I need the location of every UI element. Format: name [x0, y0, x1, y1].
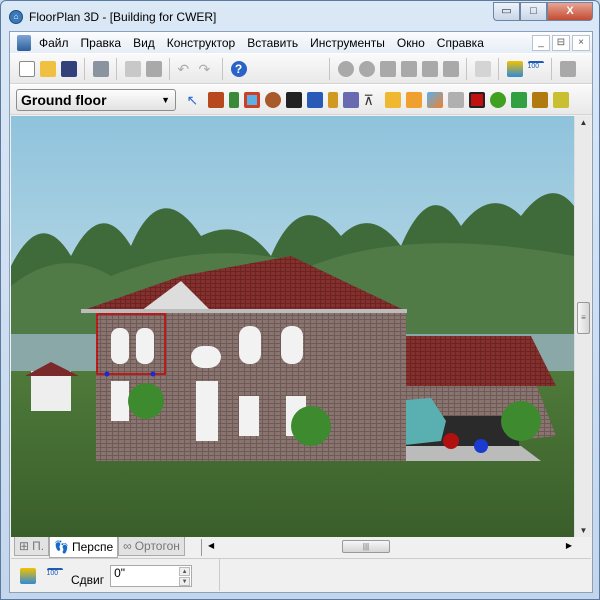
- 3d-viewport[interactable]: [11, 116, 574, 537]
- menu-window[interactable]: Окно: [391, 36, 431, 50]
- tab-perspective-label: Перспе: [71, 540, 114, 554]
- minimize-button[interactable]: ▭: [493, 2, 520, 21]
- app-window: ⌂ FloorPlan 3D - [Building for CWER] ▭ □…: [0, 0, 600, 600]
- menu-help[interactable]: Справка: [431, 36, 490, 50]
- spin-down-icon[interactable]: ▼: [179, 576, 191, 586]
- zoom-in-icon[interactable]: [337, 60, 354, 77]
- object-toolbar: Ground floor ▼ ↖ ⊼: [10, 84, 592, 115]
- menu-view[interactable]: Вид: [127, 36, 161, 50]
- tab-plan[interactable]: ⊞ П.: [14, 537, 50, 556]
- print-icon[interactable]: [92, 60, 109, 77]
- app-icon: ⌂: [9, 10, 23, 24]
- menu-file[interactable]: Файл: [33, 36, 75, 50]
- redo-icon[interactable]: ↷: [199, 61, 215, 77]
- undo-icon[interactable]: ↶: [178, 61, 194, 77]
- maximize-button[interactable]: □: [520, 2, 547, 21]
- status-bar: 100 Сдвиг 0" ▲ ▼: [11, 558, 591, 592]
- fireplace-icon[interactable]: [468, 91, 485, 108]
- tab-orthogonal-label: Ортогон: [134, 539, 180, 553]
- zoom-window-icon[interactable]: [379, 60, 396, 77]
- mdi-close-button[interactable]: ×: [572, 34, 590, 51]
- shift-input[interactable]: 0" ▲ ▼: [110, 564, 193, 587]
- roof-icon[interactable]: [264, 91, 281, 108]
- door-icon[interactable]: [228, 91, 239, 108]
- scroll-down-arrow-icon[interactable]: ▼: [575, 526, 592, 535]
- open-folder-icon[interactable]: [39, 60, 56, 77]
- view-tabs: ⊞ П. 👣 Перспе ∞ Ортогон ◀ ||| ▶: [11, 537, 591, 558]
- mdi-minimize-button[interactable]: _: [532, 34, 550, 51]
- floor-level-icon[interactable]: [19, 567, 36, 584]
- menu-bar: Файл Правка Вид Конструктор Вставить Инс…: [10, 32, 592, 53]
- vertical-scroll-thumb[interactable]: ≡: [577, 302, 590, 334]
- menu-constructor[interactable]: Конструктор: [161, 36, 241, 50]
- horizontal-scroll-thumb[interactable]: |||: [342, 540, 390, 553]
- menu-insert[interactable]: Вставить: [241, 36, 304, 50]
- terrain-icon[interactable]: [426, 91, 443, 108]
- close-button[interactable]: X: [547, 2, 593, 21]
- menu-edit[interactable]: Правка: [75, 36, 128, 50]
- shift-value: 0": [114, 565, 126, 580]
- zoom-out-icon[interactable]: [358, 60, 375, 77]
- shift-label: Сдвиг: [71, 572, 105, 587]
- plumbing-icon[interactable]: [447, 91, 464, 108]
- dimension-icon[interactable]: 100: [527, 60, 544, 77]
- plan-grid-icon: ⊞: [19, 539, 30, 553]
- footprints-icon: 👣: [54, 540, 69, 554]
- house-object-icon[interactable]: [342, 91, 359, 108]
- window-title: FloorPlan 3D - [Building for CWER]: [29, 10, 217, 24]
- dimension-icon[interactable]: 100: [46, 567, 63, 584]
- furniture-icon[interactable]: [405, 91, 422, 108]
- title-bar: ⌂ FloorPlan 3D - [Building for CWER]: [9, 7, 216, 27]
- tab-plan-label: П.: [32, 539, 45, 553]
- camera-tripod-icon[interactable]: ⊼: [364, 92, 380, 108]
- floor-level-icon[interactable]: [506, 60, 523, 77]
- zoom-pan-icon[interactable]: [400, 60, 417, 77]
- floor-select[interactable]: Ground floor ▼: [16, 88, 176, 111]
- standard-toolbar: ↶ ↷ ? 100: [10, 53, 592, 84]
- scroll-right-arrow-icon[interactable]: ▶: [566, 541, 572, 550]
- zoom-fit-icon[interactable]: [442, 60, 459, 77]
- table-icon[interactable]: [531, 91, 548, 108]
- zoom-previous-icon[interactable]: [421, 60, 438, 77]
- wall-icon[interactable]: [207, 91, 224, 108]
- spin-up-icon[interactable]: ▲: [179, 566, 191, 576]
- new-document-icon[interactable]: [18, 60, 35, 77]
- binoculars-icon: ∞: [123, 539, 132, 553]
- floor-select-value: Ground floor: [21, 91, 107, 108]
- save-icon[interactable]: [60, 60, 77, 77]
- ramp-icon[interactable]: [510, 91, 527, 108]
- railing-icon[interactable]: [306, 91, 323, 108]
- pan-hand-icon[interactable]: [474, 60, 491, 77]
- paste-icon[interactable]: [145, 60, 162, 77]
- horizontal-scrollbar[interactable]: ◀ ||| ▶: [201, 539, 586, 556]
- misc-icon[interactable]: [552, 91, 569, 108]
- stairs-icon[interactable]: [285, 91, 302, 108]
- tab-orthogonal[interactable]: ∞ Ортогон: [118, 537, 185, 556]
- window-icon[interactable]: [243, 91, 260, 108]
- scroll-up-arrow-icon[interactable]: ▲: [575, 118, 592, 127]
- select-arrow-icon[interactable]: ↖: [187, 92, 203, 108]
- vertical-scrollbar[interactable]: ▲ ≡ ▼: [574, 116, 591, 537]
- 3d-scene: [11, 116, 574, 537]
- cabinet-icon[interactable]: [384, 91, 401, 108]
- help-icon[interactable]: ?: [230, 60, 247, 77]
- landscape-shrub-icon[interactable]: [489, 91, 506, 108]
- chevron-down-icon: ▼: [161, 94, 170, 105]
- text-icon[interactable]: [559, 60, 576, 77]
- column-icon[interactable]: [327, 91, 338, 108]
- tab-perspective[interactable]: 👣 Перспе: [49, 537, 119, 558]
- document-icon: [16, 34, 31, 51]
- copy-icon[interactable]: [124, 60, 141, 77]
- scroll-left-arrow-icon[interactable]: ◀: [208, 541, 214, 550]
- mdi-restore-button[interactable]: ⊟: [552, 34, 570, 51]
- menu-tools[interactable]: Инструменты: [304, 36, 391, 50]
